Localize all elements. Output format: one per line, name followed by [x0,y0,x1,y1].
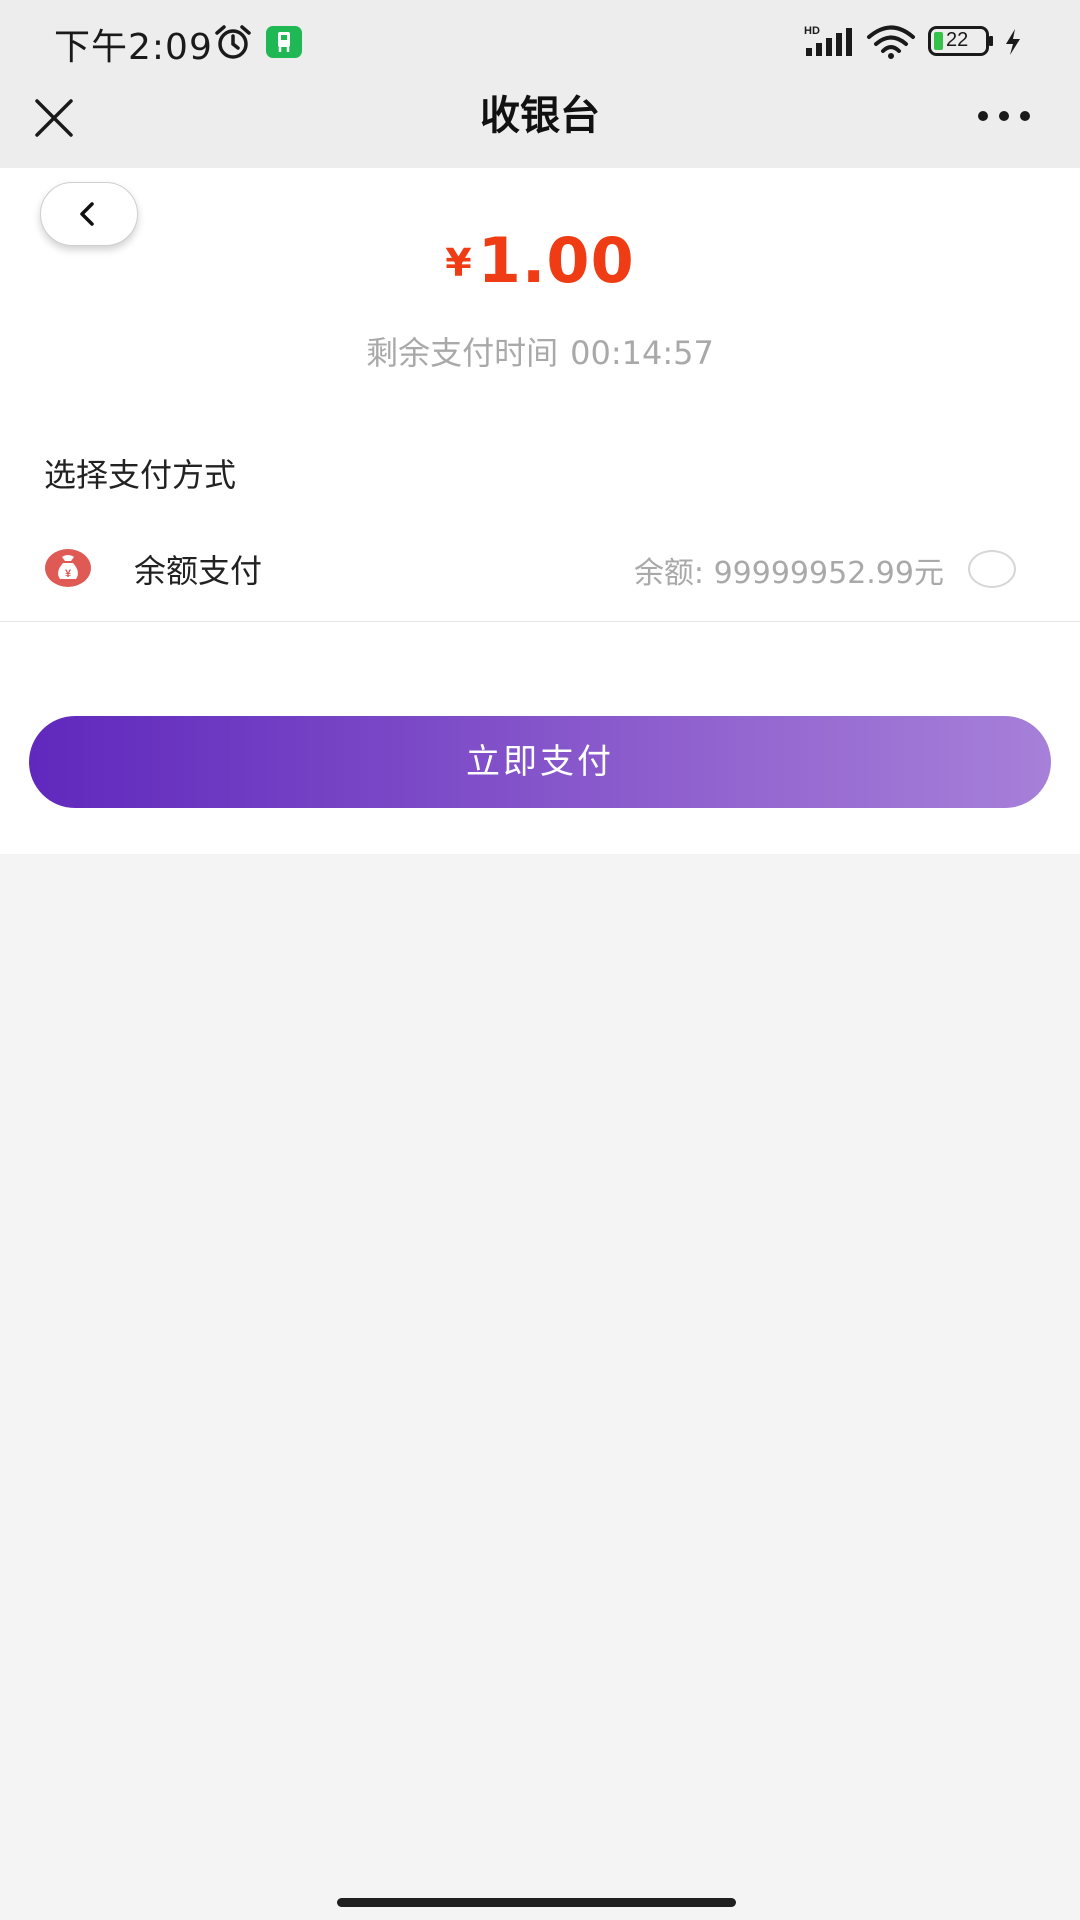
battery-level: 22 [946,29,969,51]
method-radio[interactable] [968,550,1016,588]
wifi-icon [867,25,915,59]
svg-text:¥: ¥ [65,568,72,580]
countdown: 剩余支付时间 00:14:57 [0,328,1080,374]
countdown-label: 剩余支付时间 [366,334,559,372]
more-button[interactable] [975,98,1033,134]
currency-symbol: ¥ [445,241,472,285]
countdown-time: 00:14:57 [570,334,714,372]
money-bag-icon: ¥ [45,549,91,587]
nav-bar: 收银台 [0,84,1080,168]
chevron-left-icon [80,202,94,226]
amount-value: 1.00 [477,224,635,297]
payment-card: ¥1.00 剩余支付时间 00:14:57 选择支付方式 ¥ 余额支付 余额: 9… [0,168,1080,854]
network-badge: HD [804,25,820,37]
more-icon [978,111,1030,121]
balance-amount: 余额: 99999952.99元 [633,556,944,591]
battery-icon: 22 [928,26,994,56]
method-label: 余额支付 [134,552,263,590]
pay-now-button[interactable]: 立即支付 [29,716,1051,808]
payment-amount: ¥1.00 [0,230,1080,292]
charging-icon [1006,29,1020,55]
status-bar: 下午2:09 HD 22 [0,0,1080,84]
signal-icon: HD [804,25,852,56]
home-indicator [337,1898,736,1907]
alarm-icon [215,25,251,59]
payment-method-balance[interactable]: ¥ 余额支付 余额: 99999952.99元 [0,522,1080,622]
page-title: 收银台 [480,93,600,139]
status-time: 下午2:09 [54,27,213,68]
section-title: 选择支付方式 [44,456,237,494]
app-notification-icon [266,26,302,58]
